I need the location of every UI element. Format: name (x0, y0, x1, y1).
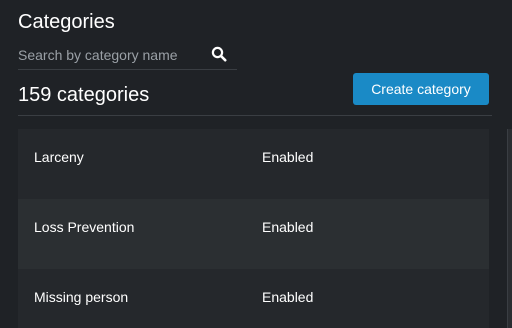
page-title: Categories (18, 11, 115, 33)
category-status: Enabled (262, 149, 314, 165)
create-category-button[interactable]: Create category (353, 73, 489, 105)
list-scrollbar[interactable] (507, 129, 512, 328)
category-name: Missing person (34, 289, 129, 305)
categories-page: Categories 159 categories Create categor… (0, 0, 512, 328)
category-status: Enabled (262, 289, 314, 305)
divider (18, 115, 492, 116)
search-input[interactable] (18, 42, 203, 68)
category-status: Enabled (262, 219, 314, 235)
category-name: Loss Prevention (34, 219, 135, 235)
list-item[interactable]: Missing person Enabled (18, 269, 489, 328)
category-list: Larceny Enabled Loss Prevention Enabled … (18, 129, 489, 328)
category-count: 159 categories (18, 84, 150, 106)
list-item[interactable]: Loss Prevention Enabled (18, 199, 489, 269)
category-name: Larceny (34, 149, 84, 165)
list-item[interactable]: Larceny Enabled (18, 129, 489, 199)
search-box (18, 42, 237, 70)
search-icon[interactable] (211, 46, 227, 62)
